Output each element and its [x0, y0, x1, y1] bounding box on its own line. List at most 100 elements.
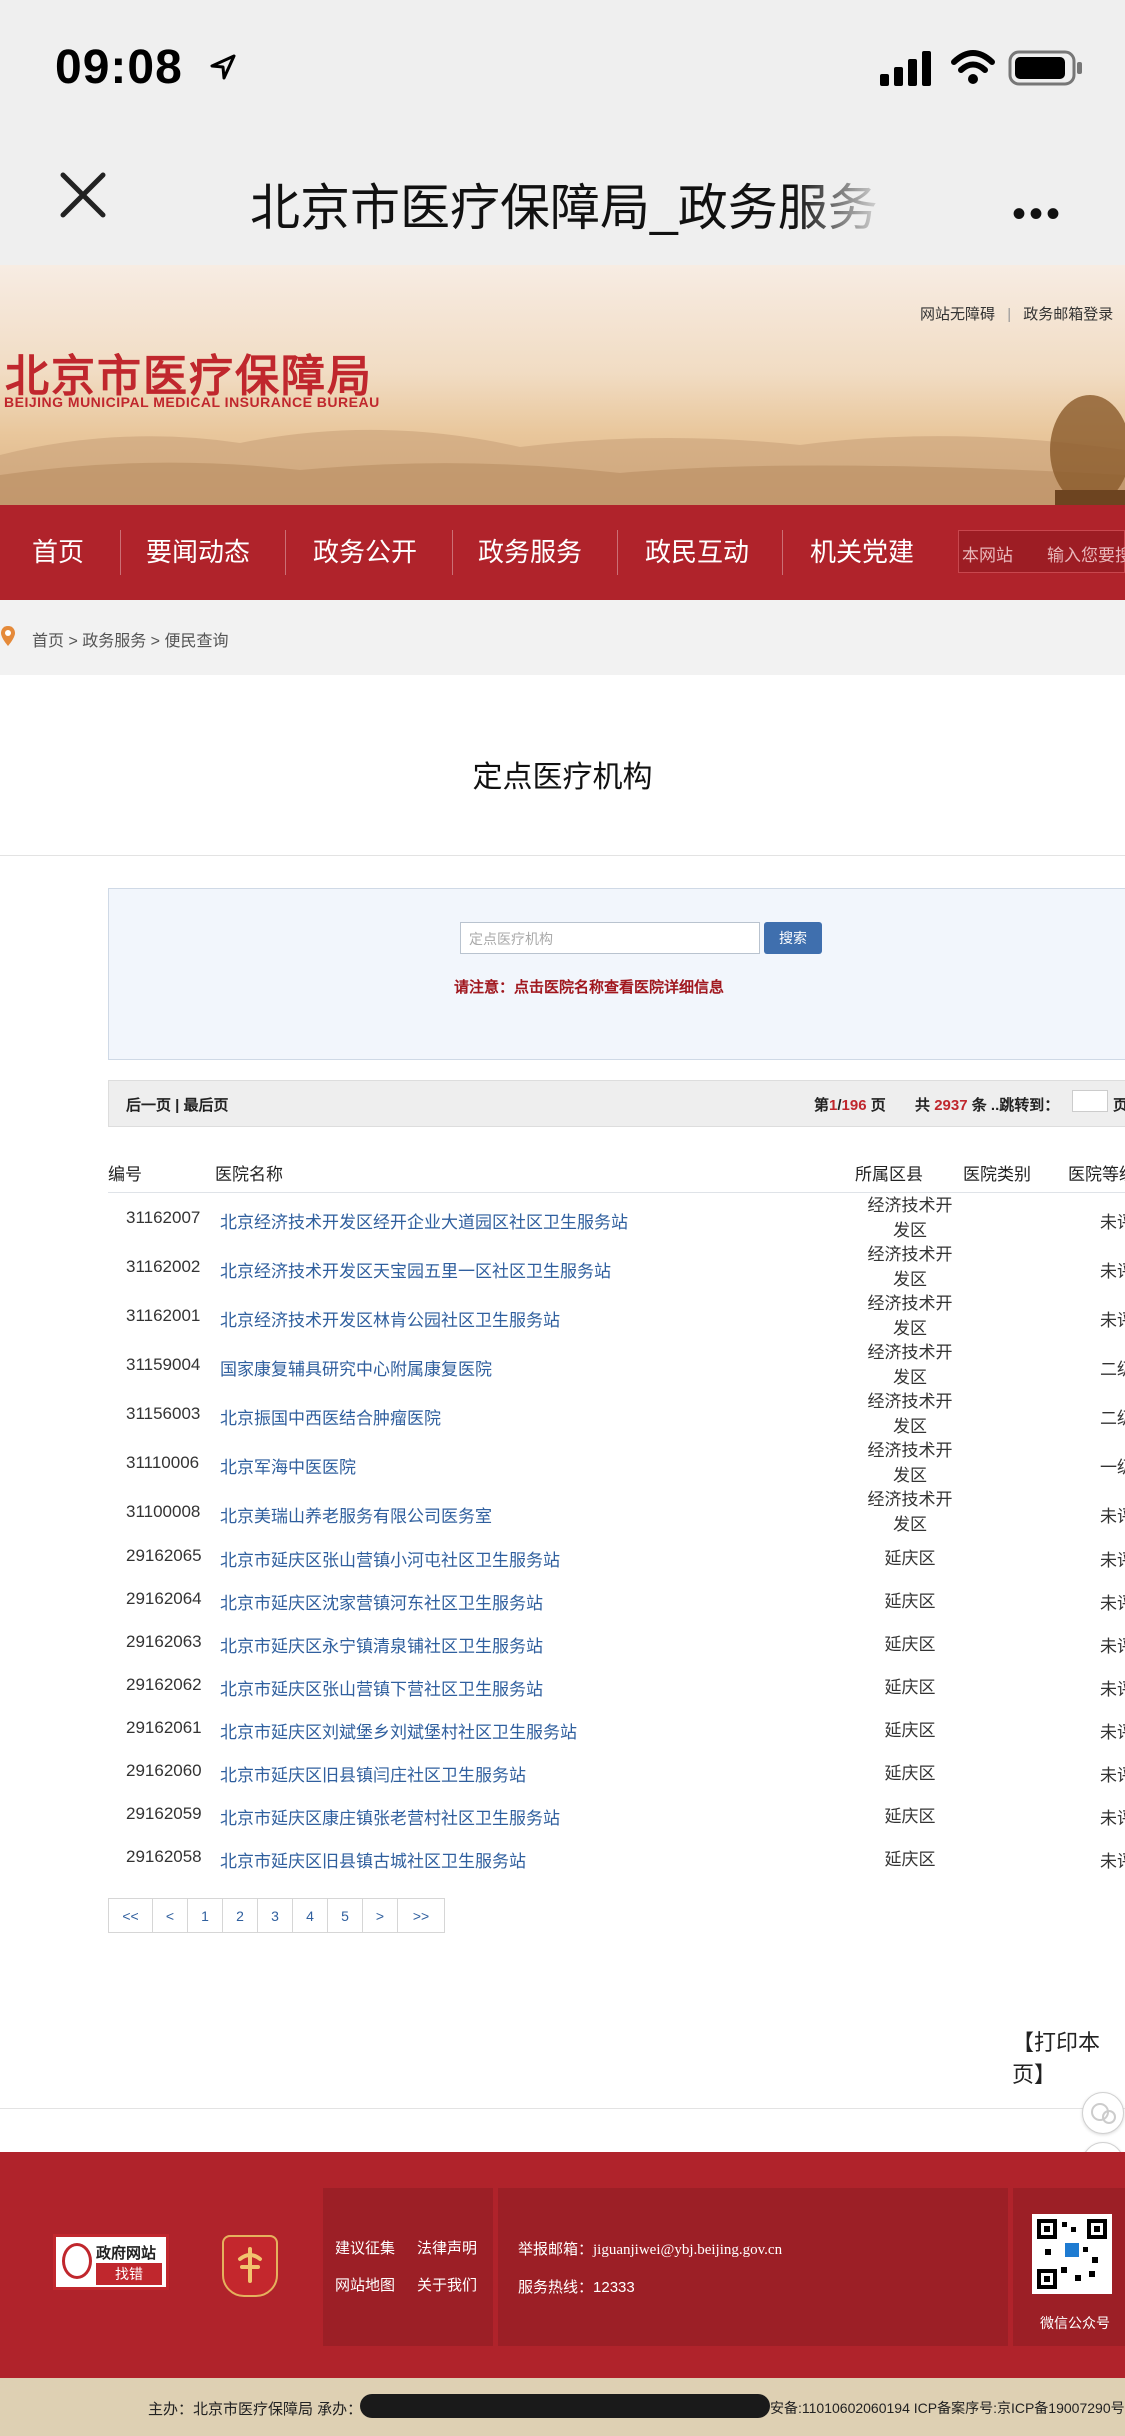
hospital-name-link[interactable]: 北京市延庆区永宁镇清泉铺社区卫生服务站 [220, 1632, 543, 1657]
pagination-page-5[interactable]: 5 [327, 1898, 363, 1933]
hospital-name-link[interactable]: 北京振国中西医结合肿瘤医院 [220, 1404, 441, 1429]
pagination-last[interactable]: >> [397, 1898, 445, 1933]
footer-links-panel [323, 2188, 493, 2346]
pagination-first[interactable]: << [108, 1898, 153, 1933]
cellular-signal-icon [880, 51, 931, 86]
gov-mail-login-link[interactable]: 政务邮箱登录 [1023, 306, 1113, 323]
hospital-name-link[interactable]: 北京市延庆区康庄镇张老营村社区卫生服务站 [220, 1804, 560, 1829]
pagination-page-2[interactable]: 2 [222, 1898, 258, 1933]
hospital-search-input[interactable]: 定点医疗机构 [460, 922, 760, 954]
search-scope-label[interactable]: 本网站 [962, 541, 1013, 566]
menu-divider [285, 530, 286, 575]
hospital-name-link[interactable]: 北京美瑞山养老服务有限公司医务室 [220, 1502, 492, 1527]
page-indicator: 第1/196 页 [814, 1094, 886, 1115]
table-row-id: 31162001 [126, 1306, 201, 1325]
search-panel [108, 888, 1125, 1060]
close-icon[interactable] [58, 170, 108, 220]
pagination-page-1[interactable]: 1 [187, 1898, 223, 1933]
menu-divider [452, 530, 453, 575]
site-logo-en: BEIJING MUNICIPAL MEDICAL INSURANCE BURE… [4, 394, 380, 410]
table-row-id: 31162002 [126, 1257, 201, 1276]
table-row-district: 延庆区 [884, 1635, 936, 1654]
table-row-id: 31110006 [126, 1453, 200, 1472]
footer-icp-text[interactable]: 安备:11010602060194 ICP备案序号:京ICP备19007290号… [770, 2398, 1125, 2418]
hospital-name-link[interactable]: 北京市延庆区张山营镇小河屯社区卫生服务站 [220, 1546, 560, 1571]
jump-label: ..跳转到： [990, 1097, 1060, 1114]
wechat-share-icon[interactable] [1082, 2092, 1124, 2134]
prev-last-links[interactable]: 后一页 | 最后页 [126, 1094, 229, 1115]
hospital-name-link[interactable]: 北京市延庆区张山营镇下营社区卫生服务站 [220, 1675, 543, 1700]
wifi-icon [951, 50, 995, 84]
table-row-district: 延庆区 [884, 1850, 936, 1869]
search-note: 请注意：点击医院名称查看医院详细信息 [453, 979, 724, 996]
hospital-name-link[interactable]: 北京经济技术开发区天宝园五里一区社区卫生服务站 [220, 1257, 611, 1282]
footer-link-about[interactable]: 关于我们 [417, 2274, 477, 2295]
section-heading: 定点医疗机构 [472, 761, 653, 794]
footer-link-legal[interactable]: 法律声明 [417, 2237, 477, 2258]
jump-suffix: 页 [1113, 1097, 1125, 1114]
menu-item-gov-open[interactable]: 政务公开 [305, 505, 425, 600]
wechat-qr-code [1032, 2214, 1112, 2294]
hospital-name-link[interactable]: 国家康复辅具研究中心附属康复医院 [220, 1355, 492, 1380]
footer-sponsor-text: 主办：北京市医疗保障局 承办： [148, 2401, 363, 2418]
table-row-level: 未评 [1100, 1809, 1125, 1828]
footer-link-sitemap[interactable]: 网站地图 [335, 2274, 395, 2295]
menu-item-interaction[interactable]: 政民互动 [637, 505, 757, 600]
table-row-id: 29162065 [126, 1546, 202, 1565]
table-row-level: 未评 [1100, 1507, 1125, 1526]
table-row-id: 31159004 [126, 1355, 201, 1374]
accessibility-link[interactable]: 网站无障碍 [920, 306, 995, 323]
menu-item-party[interactable]: 机关党建 [802, 505, 922, 600]
search-button[interactable]: 搜索 [764, 922, 822, 954]
menu-item-home[interactable]: 首页 [18, 505, 98, 600]
email-link[interactable]: jiguanjiwei@ybj.beijing.gov.cn [593, 2242, 782, 2258]
more-menu-button[interactable]: ••• [1012, 192, 1063, 237]
party-emblem-icon[interactable] [222, 2235, 278, 2297]
table-row-district: 延庆区 [884, 1721, 936, 1740]
table-row-district: 经济技术开发区 [867, 1196, 953, 1240]
table-row-district: 经济技术开发区 [867, 1441, 953, 1485]
menu-item-gov-service[interactable]: 政务服务 [470, 505, 590, 600]
hospital-name-link[interactable]: 北京经济技术开发区林肯公园社区卫生服务站 [220, 1306, 560, 1331]
hospital-name-link[interactable]: 北京军海中医医院 [220, 1453, 356, 1478]
gov-website-error-badge[interactable]: 政府网站 找错 [53, 2234, 169, 2290]
wechat-label: 微信公众号 [1040, 2315, 1110, 2331]
column-header-category: 医院类别 [963, 1165, 1031, 1184]
total-indicator: 共 2937 条 ..跳转到： [915, 1094, 1059, 1115]
pagination-page-4[interactable]: 4 [292, 1898, 328, 1933]
table-row-id: 31162007 [126, 1208, 201, 1227]
table-row-district: 延庆区 [884, 1764, 936, 1783]
table-row-level: 未评 [1100, 1852, 1125, 1871]
table-row-id: 29162059 [126, 1804, 202, 1823]
footer-link-suggestions[interactable]: 建议征集 [335, 2237, 395, 2258]
site-search-input[interactable]: 输入您要搜 [1047, 541, 1125, 566]
table-row-id: 31100008 [126, 1502, 201, 1521]
jump-to-page-input[interactable] [1072, 1090, 1108, 1112]
pagination-next[interactable]: > [362, 1898, 398, 1933]
table-row-id: 29162060 [126, 1761, 202, 1780]
table-row-level: 未评 [1100, 1637, 1125, 1656]
menu-item-news[interactable]: 要闻动态 [138, 505, 258, 600]
hospital-name-link[interactable]: 北京市延庆区沈家营镇河东社区卫生服务站 [220, 1589, 543, 1614]
table-row-district: 经济技术开发区 [867, 1392, 953, 1436]
site-search-box[interactable]: 本网站 输入您要搜 [958, 530, 1125, 573]
pagination-page-3[interactable]: 3 [257, 1898, 293, 1933]
hospital-name-link[interactable]: 北京市延庆区旧县镇古城社区卫生服务站 [220, 1847, 526, 1872]
hospital-name-link[interactable]: 北京市延庆区旧县镇闫庄社区卫生服务站 [220, 1761, 526, 1786]
breadcrumb[interactable]: 首页 > 政务服务 > 便民查询 [32, 627, 228, 651]
badge-text: 政府网站 [96, 2245, 157, 2262]
table-row-level: 未评 [1100, 1680, 1125, 1699]
hotline-label: 服务热线： [518, 2279, 594, 2296]
divider [0, 2108, 1125, 2109]
pagination-prev[interactable]: < [152, 1898, 188, 1933]
table-row-level: 未评 [1100, 1723, 1125, 1742]
footer-contact-panel [498, 2188, 1008, 2346]
hospital-name-link[interactable]: 北京经济技术开发区经开企业大道园区社区卫生服务站 [220, 1208, 628, 1233]
page-total: 196 [841, 1097, 867, 1114]
table-row-id: 29162064 [126, 1589, 202, 1608]
total-suffix: 条 [971, 1097, 987, 1114]
table-row-id: 29162062 [126, 1675, 202, 1694]
hospital-name-link[interactable]: 北京市延庆区刘斌堡乡刘斌堡村社区卫生服务站 [220, 1718, 577, 1743]
print-page-link[interactable]: 【打印本页】 [1012, 2025, 1125, 2089]
location-pin-icon [1, 626, 15, 646]
